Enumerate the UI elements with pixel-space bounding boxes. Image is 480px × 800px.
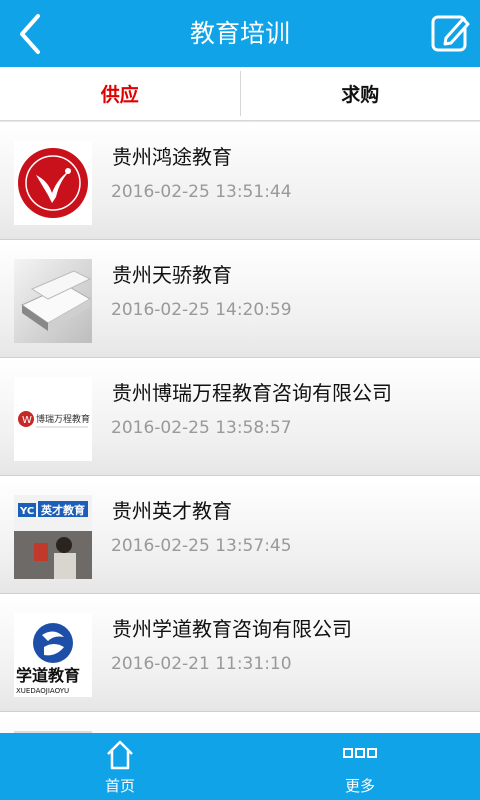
page-title: 教育培训	[189, 19, 290, 48]
item-title: 贵州学道教育咨询有限公司	[112, 617, 352, 641]
books-image-icon	[14, 259, 92, 343]
item-thumbnail: YC 英才教育	[14, 495, 92, 579]
header-bar: 教育培训	[0, 0, 480, 67]
svg-text:YC: YC	[19, 506, 34, 517]
nav-home-label: 首页	[104, 777, 135, 795]
thumb-brand-text: 博瑞万程教育	[36, 413, 90, 425]
list-item[interactable]: 贵州鸿途教育 2016-02-25 13:51:44	[0, 122, 480, 240]
nav-more[interactable]: 更多	[240, 733, 480, 800]
list-item[interactable]: 贵州天骄教育 2016-02-25 14:20:59	[0, 240, 480, 358]
edit-icon	[431, 15, 470, 52]
item-date: 2016-02-25 13:57:45	[111, 536, 292, 556]
school-photo-icon: YC 英才教育	[14, 495, 92, 579]
tab-purchase[interactable]: 求购	[241, 67, 480, 120]
tab-bar: 供应 求购	[0, 67, 480, 121]
item-title: 贵州鸿途教育	[112, 145, 232, 169]
grid-icon	[343, 748, 377, 758]
home-icon	[107, 740, 133, 770]
item-thumbnail: W 博瑞万程教育	[14, 377, 92, 461]
brand-logo-icon: W 博瑞万程教育	[14, 377, 92, 461]
eagle-logo-icon	[14, 141, 92, 225]
item-date: 2016-02-25 13:58:57	[111, 418, 292, 438]
svg-text:W: W	[22, 415, 32, 426]
svg-text:学道教育: 学道教育	[16, 666, 80, 685]
list-item[interactable]: W 博瑞万程教育 贵州博瑞万程教育咨询有限公司 2016-02-25 13:58…	[0, 358, 480, 476]
listing-list: 贵州鸿途教育 2016-02-25 13:51:44 贵州天骄教育 2016-0…	[0, 122, 480, 733]
item-date: 2016-02-25 14:20:59	[111, 300, 292, 320]
item-title: 贵州英才教育	[112, 499, 232, 523]
item-thumbnail	[14, 259, 92, 343]
xuedao-logo-icon: 学道教育 XUEDAOJIAOYU	[14, 613, 92, 697]
item-thumbnail	[14, 141, 92, 225]
item-title: 贵州天骄教育	[112, 263, 232, 287]
item-thumbnail: 学道教育 XUEDAOJIAOYU	[14, 613, 92, 697]
nav-more-label: 更多	[344, 777, 375, 795]
list-item[interactable]: 学道教育 XUEDAOJIAOYU 贵州学道教育咨询有限公司 2016-02-2…	[0, 594, 480, 712]
edit-button[interactable]	[430, 12, 472, 54]
list-item-partial[interactable]	[0, 712, 480, 733]
list-item[interactable]: YC 英才教育 贵州英才教育 2016-02-25 13:57:45	[0, 476, 480, 594]
nav-home[interactable]: 首页	[0, 733, 240, 800]
svg-text:XUEDAOJIAOYU: XUEDAOJIAOYU	[16, 687, 69, 695]
tab-supply[interactable]: 供应	[0, 67, 240, 120]
item-date: 2016-02-25 13:51:44	[111, 182, 292, 202]
item-title: 贵州博瑞万程教育咨询有限公司	[112, 381, 392, 405]
item-date: 2016-02-21 11:31:10	[111, 654, 292, 674]
bottom-nav: 首页 更多	[0, 733, 480, 800]
svg-text:英才教育: 英才教育	[40, 503, 85, 517]
